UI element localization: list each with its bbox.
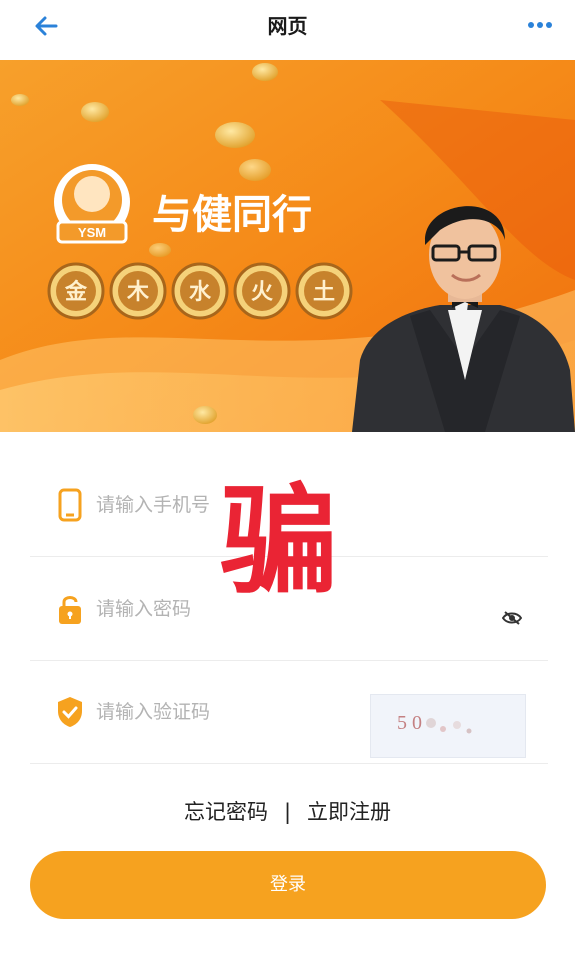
eye-off-icon[interactable] — [502, 610, 522, 626]
link-divider: | — [283, 800, 292, 824]
login-button[interactable]: 登录 — [30, 851, 546, 919]
element-coin-label: 土 — [313, 280, 335, 305]
more-icon[interactable] — [527, 20, 553, 30]
element-coin: 木 — [109, 262, 167, 320]
phone-input[interactable]: 请输入手机号 — [96, 490, 210, 517]
logo-text: YSM — [78, 225, 106, 240]
password-input[interactable]: 请输入密码 — [96, 594, 191, 621]
promo-banner: YSM 与健同行 金 木 水 火 土 — [0, 60, 575, 432]
element-coin-label: 木 — [126, 280, 150, 305]
captcha-image[interactable]: 5 0 — [370, 694, 526, 758]
register-link[interactable]: 立即注册 — [307, 800, 391, 824]
scam-stamp: 骗 — [220, 472, 338, 610]
page-title: 网页 — [267, 14, 308, 38]
captcha-text: 5 0 — [397, 712, 422, 734]
element-coin: 火 — [233, 262, 291, 320]
element-coin-label: 水 — [189, 280, 212, 305]
banner-slogan: 与健同行 — [152, 192, 312, 238]
top-nav-bar: 网页 — [0, 0, 575, 58]
auth-links: 忘记密码 | 立即注册 — [0, 796, 575, 826]
element-coin: 水 — [171, 262, 229, 320]
forgot-password-link[interactable]: 忘记密码 — [184, 800, 268, 824]
shield-check-icon — [58, 697, 82, 727]
element-coin-label: 火 — [251, 280, 273, 305]
ysm-logo: YSM — [54, 164, 130, 244]
captcha-input[interactable]: 请输入验证码 — [96, 697, 210, 724]
element-coin: 金 — [47, 262, 105, 320]
lock-icon — [59, 596, 81, 624]
element-coin: 土 — [295, 262, 353, 320]
phone-icon — [58, 488, 82, 522]
captcha-field[interactable]: 请输入验证码 5 0 — [30, 661, 548, 764]
element-coin-label: 金 — [64, 279, 88, 305]
element-coins: 金木水火土 — [47, 262, 353, 320]
